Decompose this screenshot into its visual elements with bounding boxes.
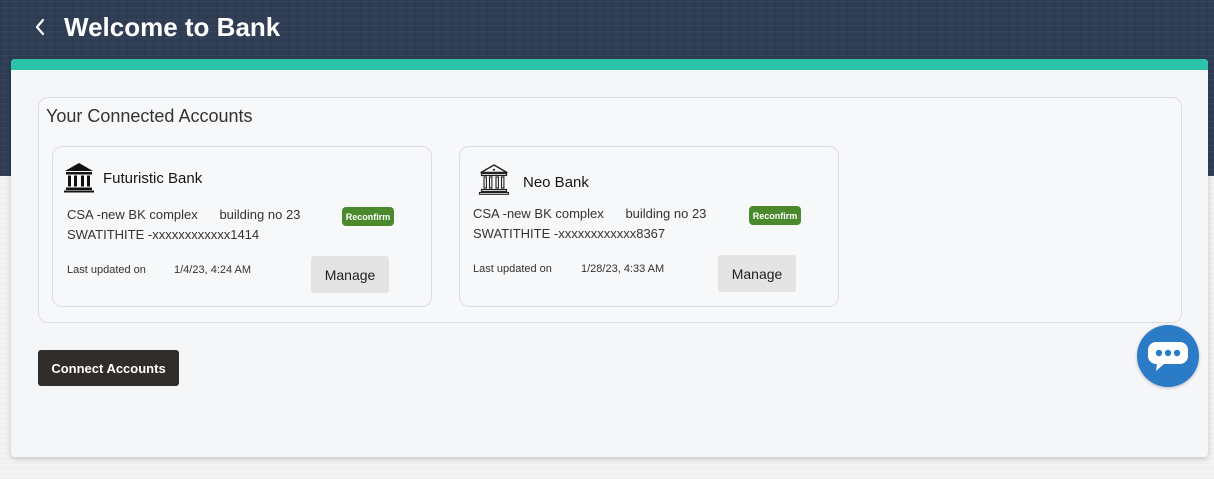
account-address: CSA -new BK complex building no 23 bbox=[473, 206, 707, 221]
account-card-futuristic-bank: Futuristic Bank CSA -new BK complex buil… bbox=[52, 146, 432, 307]
account-number: SWATITHITE -xxxxxxxxxxxx8367 bbox=[473, 226, 666, 241]
accent-bar bbox=[11, 59, 1208, 70]
account-address: CSA -new BK complex building no 23 bbox=[67, 207, 301, 222]
reconfirm-badge[interactable]: Reconfirm bbox=[749, 206, 801, 225]
manage-button[interactable]: Manage bbox=[311, 256, 389, 293]
chevron-left-icon bbox=[35, 18, 45, 36]
last-updated-value: 1/28/23, 4:33 AM bbox=[581, 263, 665, 275]
chat-button[interactable] bbox=[1137, 325, 1199, 387]
reconfirm-badge[interactable]: Reconfirm bbox=[342, 207, 394, 226]
bank-name: Futuristic Bank bbox=[103, 170, 203, 187]
account-card-neo-bank: Neo Bank CSA -new BK complex building no… bbox=[459, 146, 839, 307]
section-title: Your Connected Accounts bbox=[46, 106, 253, 126]
last-updated-label: Last updated on bbox=[67, 264, 146, 276]
connected-accounts-section: Your Connected Accounts Futuristic Bank … bbox=[38, 97, 1182, 323]
bank-building-outline-icon bbox=[478, 164, 510, 195]
chat-bubble-icon bbox=[1148, 342, 1188, 371]
manage-button[interactable]: Manage bbox=[718, 255, 796, 292]
main-card: Your Connected Accounts Futuristic Bank … bbox=[11, 59, 1208, 457]
last-updated-value: 1/4/23, 4:24 AM bbox=[174, 264, 252, 276]
bank-name: Neo Bank bbox=[523, 174, 589, 191]
last-updated-label: Last updated on bbox=[473, 263, 552, 275]
back-button[interactable] bbox=[30, 14, 50, 40]
connect-accounts-button[interactable]: Connect Accounts bbox=[38, 350, 179, 386]
account-number: SWATITHITE -xxxxxxxxxxxx1414 bbox=[67, 227, 260, 242]
bank-building-icon bbox=[64, 163, 94, 193]
page-title: Welcome to Bank bbox=[64, 12, 281, 42]
